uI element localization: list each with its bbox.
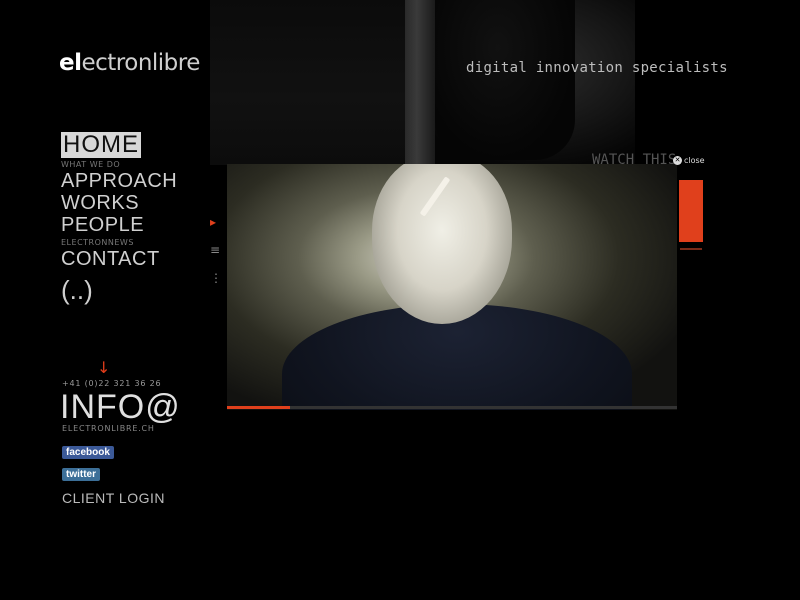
- nav-item-people[interactable]: PEOPLE: [61, 214, 221, 236]
- close-icon: ✕: [673, 156, 682, 165]
- header-photo: [405, 0, 635, 165]
- nav-item-more[interactable]: (..): [61, 274, 221, 306]
- video-progress-track[interactable]: [227, 406, 677, 409]
- side-accent-bar: [679, 180, 703, 242]
- client-login-link[interactable]: CLIENT LOGIN: [62, 490, 165, 506]
- info-email-link[interactable]: INFO@: [60, 388, 181, 427]
- video-progress-fill: [227, 406, 290, 409]
- twitter-link[interactable]: twitter: [62, 468, 100, 481]
- nav-item-what-we-do[interactable]: WHAT WE DO: [61, 160, 221, 170]
- strip-mark-red: ▸: [210, 215, 217, 229]
- close-label: close: [684, 156, 705, 165]
- facebook-link[interactable]: facebook: [62, 446, 114, 459]
- tagline: digital innovation specialists: [466, 60, 728, 76]
- site-logo[interactable]: electronlibre: [59, 50, 200, 76]
- nav-item-works[interactable]: WORKS: [61, 192, 221, 214]
- video-side-strip: ▸ ≡ ⋮: [210, 215, 228, 415]
- header-backdrop: [210, 0, 410, 165]
- video-player[interactable]: [227, 164, 677, 410]
- nav-item-approach[interactable]: APPROACH: [61, 170, 221, 192]
- side-accent-line: [680, 248, 702, 250]
- strip-mark: ≡: [210, 243, 221, 257]
- email-domain: ELECTRONLIBRE.CH: [62, 424, 155, 433]
- logo-rest-part: ectronlibre: [81, 50, 200, 76]
- nav-item-electronnews[interactable]: ELECTRONNEWS: [61, 238, 221, 248]
- nav-item-home[interactable]: HOME: [61, 132, 141, 158]
- main-nav: HOME WHAT WE DO APPROACH WORKS PEOPLE EL…: [61, 132, 221, 306]
- close-button[interactable]: ✕ close: [673, 156, 705, 165]
- nav-item-contact[interactable]: CONTACT: [61, 248, 221, 270]
- arrow-down-icon: ↓: [97, 358, 111, 377]
- strip-mark: ⋮: [210, 271, 222, 285]
- logo-bold-part: el: [59, 50, 82, 76]
- phone-number: +41 (0)22 321 36 26: [62, 379, 162, 388]
